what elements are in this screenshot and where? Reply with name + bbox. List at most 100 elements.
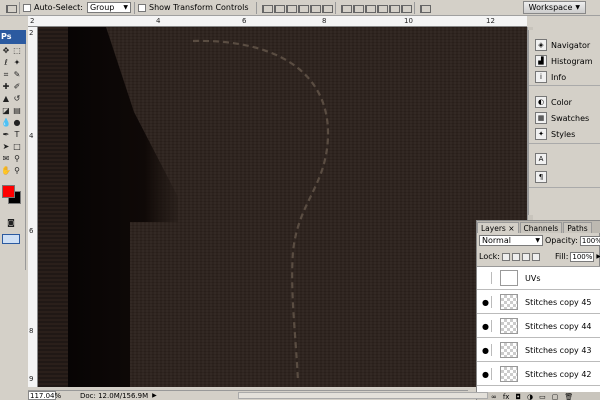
swatches-panel-tab[interactable]: ▦ Swatches [535, 111, 589, 125]
distribute-top-icon[interactable] [339, 2, 352, 14]
eye-icon[interactable]: ● [480, 320, 492, 332]
move-tool-icon[interactable] [4, 2, 17, 14]
adjustment-layer-icon[interactable]: ◑ [527, 393, 533, 400]
navigator-label: Navigator [551, 40, 591, 50]
crop-tool-icon[interactable]: ⌗ [1, 70, 11, 80]
align-vcenter-icon[interactable] [272, 2, 285, 14]
auto-select-checkbox[interactable] [23, 3, 31, 12]
gradient-tool-icon[interactable]: ▤ [12, 106, 22, 116]
foreground-color-swatch[interactable] [2, 185, 15, 198]
layer-name: Stitches copy 45 [525, 297, 592, 307]
screen-mode-icon[interactable] [2, 234, 20, 244]
zoom-field[interactable]: 117.04% [28, 391, 61, 400]
ruler-label: 10 [404, 17, 413, 25]
hand-tool-icon[interactable]: ✋ [1, 166, 11, 176]
tab-layers[interactable]: Layers × [477, 222, 519, 233]
distribute-bottom-icon[interactable] [363, 2, 376, 14]
align-bottom-icon[interactable] [284, 2, 297, 14]
layer-row[interactable]: ● Stitches copy 42 [477, 363, 600, 386]
chevron-right-icon[interactable]: ▶ [596, 253, 600, 260]
styles-panel-tab[interactable]: ✦ Styles [535, 127, 575, 141]
healing-tool-icon[interactable]: ✚ [1, 82, 11, 92]
tab-channels[interactable]: Channels [519, 222, 563, 233]
distribute-vcenter-icon[interactable] [351, 2, 364, 14]
auto-align-icon[interactable] [418, 2, 431, 14]
trash-icon[interactable]: 🗑 [564, 393, 573, 400]
align-hcenter-icon[interactable] [308, 2, 321, 14]
layer-row[interactable]: UVs [477, 267, 600, 290]
document-canvas[interactable] [38, 27, 527, 387]
move-tool-icon[interactable]: ✥ [1, 46, 11, 56]
new-layer-icon[interactable]: ▢ [552, 393, 559, 400]
blend-mode-dropdown[interactable]: Normal ▼ [479, 235, 543, 246]
lock-all-icon[interactable] [531, 252, 540, 261]
eye-icon[interactable]: ● [480, 296, 492, 308]
character-panel-tab[interactable]: A [535, 152, 547, 166]
eye-icon[interactable]: ● [480, 344, 492, 356]
info-panel-tab[interactable]: i Info [535, 70, 566, 84]
stamp-tool-icon[interactable]: ▲ [1, 94, 11, 104]
dock-group-character: A ¶ [529, 148, 600, 188]
navigator-icon: ◈ [535, 39, 547, 51]
opacity-control: Opacity: 100% ▶ [545, 235, 600, 246]
separator [334, 1, 336, 14]
align-left-icon[interactable] [296, 2, 309, 14]
histogram-panel-tab[interactable]: ▟ Histogram [535, 54, 593, 68]
pen-tool-icon[interactable]: ✒ [1, 130, 11, 140]
notes-tool-icon[interactable]: ✉ [1, 154, 11, 164]
zoom-tool-icon[interactable]: ⚲ [12, 166, 22, 176]
info-label: Info [551, 72, 567, 82]
layer-thumbnail [500, 294, 518, 310]
dock-group-color: ◐ Color ▦ Swatches ✦ Styles [529, 90, 600, 144]
opacity-field[interactable]: 100% [579, 235, 600, 246]
layer-style-icon[interactable]: fx [503, 393, 510, 400]
path-select-tool-icon[interactable]: ➤ [1, 142, 11, 152]
layers-list[interactable]: UVs ● Stitches copy 45 ● Stitches copy 4… [477, 266, 600, 392]
fill-label: Fill: [555, 252, 569, 261]
distribute-left-icon[interactable] [375, 2, 388, 14]
eye-icon[interactable]: ● [480, 368, 492, 380]
distribute-right-icon[interactable] [399, 2, 412, 14]
layer-mask-icon[interactable]: ◘ [515, 393, 521, 400]
dodge-tool-icon[interactable]: ● [12, 118, 22, 128]
eyedropper-tool-icon[interactable]: ⚲ [12, 154, 22, 164]
layer-row[interactable]: ● Stitches copy 44 [477, 315, 600, 338]
tab-paths[interactable]: Paths [563, 222, 592, 233]
marquee-tool-icon[interactable]: ⬚ [12, 46, 22, 56]
auto-select-option[interactable]: Auto-Select: [23, 3, 83, 12]
layer-row[interactable]: ● Stitches copy 45 [477, 291, 600, 314]
show-transform-checkbox[interactable] [137, 3, 146, 12]
align-top-icon[interactable] [260, 2, 273, 14]
horizontal-scrollbar[interactable] [238, 392, 488, 399]
paragraph-panel-tab[interactable]: ¶ [535, 170, 547, 184]
slice-tool-icon[interactable]: ✎ [12, 70, 22, 80]
close-icon[interactable]: × [508, 224, 514, 233]
auto-select-value: Group [89, 3, 115, 12]
blur-tool-icon[interactable]: 💧 [1, 118, 11, 128]
distribute-hcenter-icon[interactable] [387, 2, 400, 14]
lock-position-icon[interactable] [521, 252, 530, 261]
lock-pixels-icon[interactable] [511, 252, 520, 261]
color-panel-tab[interactable]: ◐ Color [535, 95, 572, 109]
quick-mask-icon[interactable]: ◙ [4, 218, 18, 228]
magic-wand-tool-icon[interactable]: ✦ [12, 58, 22, 68]
type-tool-icon[interactable]: T [12, 130, 22, 140]
align-right-icon[interactable] [320, 2, 333, 14]
shape-tool-icon[interactable]: □ [12, 142, 22, 152]
show-transform-option[interactable]: Show Transform Controls [137, 3, 249, 12]
brush-tool-icon[interactable]: ✐ [12, 82, 22, 92]
visibility-toggle-empty[interactable] [480, 272, 492, 284]
workspace-button[interactable]: Workspace ▼ [522, 1, 586, 14]
histogram-icon: ▟ [535, 55, 547, 67]
auto-select-dropdown[interactable]: Group ▼ [86, 2, 131, 13]
link-layers-icon[interactable]: ∞ [491, 393, 497, 400]
lock-transparency-icon[interactable] [501, 252, 510, 261]
lasso-tool-icon[interactable]: ℓ [1, 58, 11, 68]
new-group-icon[interactable]: ▭ [539, 393, 546, 400]
eraser-tool-icon[interactable]: ◪ [1, 106, 11, 116]
chevron-right-icon[interactable]: ▶ [152, 392, 157, 399]
fill-field[interactable]: 100% [570, 251, 595, 262]
layer-row[interactable]: ● Stitches copy 43 [477, 339, 600, 362]
navigator-panel-tab[interactable]: ◈ Navigator [535, 38, 590, 52]
history-brush-tool-icon[interactable]: ↺ [12, 94, 22, 104]
